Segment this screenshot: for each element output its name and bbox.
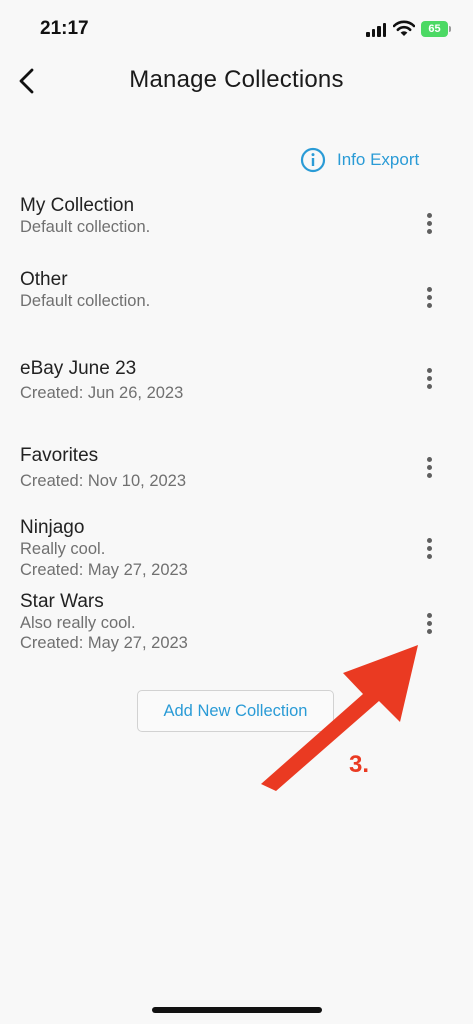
more-vertical-icon[interactable] — [418, 457, 440, 483]
collection-name: My Collection — [20, 195, 135, 216]
collection-description: Also really cool. — [20, 614, 136, 632]
more-vertical-icon[interactable] — [418, 538, 440, 564]
collection-description: Default collection. — [20, 218, 151, 236]
collection-name: Ninjago — [20, 517, 85, 538]
home-indicator[interactable] — [152, 1007, 322, 1013]
collection-name: Favorites — [20, 445, 99, 466]
info-export-button[interactable]: Info Export — [300, 146, 419, 174]
collection-item[interactable]: Ninjago Really cool. Created: May 27, 20… — [0, 514, 473, 580]
cellular-signal-icon — [366, 22, 386, 37]
more-vertical-icon[interactable] — [418, 368, 440, 394]
collection-created-date: Created: May 27, 2023 — [20, 561, 188, 579]
collection-created-date: Created: May 27, 2023 — [20, 634, 188, 652]
collection-created-date: Created: Jun 26, 2023 — [20, 384, 184, 402]
page-title: Manage Collections — [129, 66, 344, 93]
collection-item[interactable]: eBay June 23 Created: Jun 26, 2023 — [0, 355, 473, 405]
collection-item[interactable]: Other Default collection. — [0, 266, 473, 316]
more-vertical-icon[interactable] — [418, 287, 440, 313]
collection-item[interactable]: Favorites Created: Nov 10, 2023 — [0, 443, 473, 493]
status-time: 21:17 — [40, 18, 89, 39]
battery-icon: 65 — [421, 21, 448, 37]
info-export-label: Info Export — [337, 150, 420, 169]
annotation-step-label: 3. — [349, 751, 370, 778]
collection-name: eBay June 23 — [20, 358, 137, 379]
collection-item[interactable]: My Collection Default collection. — [0, 192, 473, 242]
annotation-arrow-icon — [261, 645, 418, 791]
collection-name: Star Wars — [20, 591, 104, 612]
collection-created-date: Created: Nov 10, 2023 — [20, 472, 187, 490]
collection-description: Default collection. — [20, 292, 151, 310]
battery-tip — [449, 26, 451, 32]
wifi-icon — [393, 20, 415, 36]
battery-level: 65 — [428, 23, 441, 35]
info-circle-icon — [300, 147, 326, 173]
collection-name: Other — [20, 269, 68, 290]
more-vertical-icon[interactable] — [418, 613, 440, 639]
collection-description: Really cool. — [20, 540, 106, 558]
more-vertical-icon[interactable] — [418, 213, 440, 239]
